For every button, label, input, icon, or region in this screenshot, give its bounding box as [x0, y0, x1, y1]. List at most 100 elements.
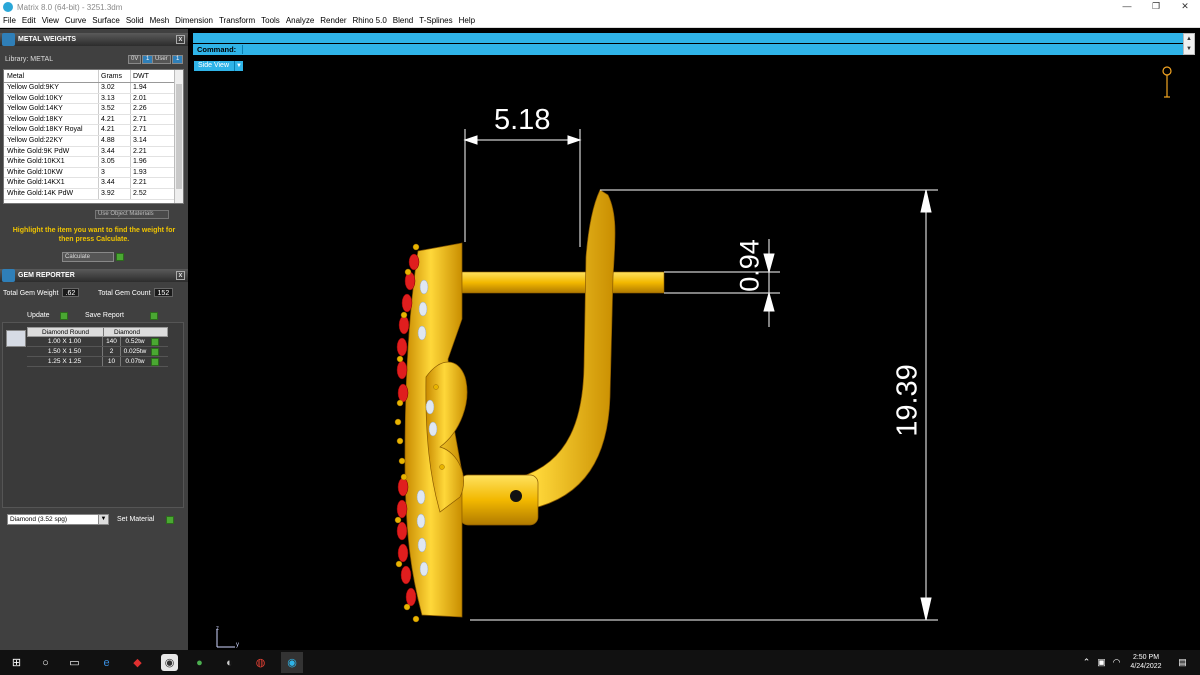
table-row[interactable]: White Gold:14K PdW 3.92 2.52 — [4, 188, 183, 200]
column-metal[interactable]: Metal — [4, 70, 99, 82]
view-dropdown-icon[interactable]: ▼ — [234, 61, 243, 71]
command-scroll-arrows[interactable]: ▲ ▼ — [1183, 33, 1195, 55]
scale-icon — [2, 33, 15, 46]
left-panel: METAL WEIGHTS x Library: METAL 0V 1 User… — [0, 29, 188, 650]
use-object-materials-button[interactable]: Use Object Materials — [95, 210, 169, 219]
gem-select-go-icon[interactable] — [151, 358, 159, 366]
dimension-height-text: 19.39 — [891, 364, 924, 437]
search-icon[interactable]: ○ — [37, 654, 54, 671]
metal-table-scrollbar[interactable] — [174, 70, 183, 203]
calculate-button[interactable]: Calculate — [62, 252, 114, 262]
menu-dimension[interactable]: Dimension — [175, 16, 213, 25]
column-grams[interactable]: Grams — [99, 70, 131, 82]
metal-weights-close-button[interactable]: x — [176, 35, 185, 44]
table-row[interactable]: White Gold:10KW 3 1.93 — [4, 167, 183, 179]
metal-rows: Yellow Gold:9KY 3.02 1.94 Yellow Gold:10KY 3… — [4, 83, 183, 200]
menu-tools[interactable]: Tools — [261, 16, 280, 25]
app-gray-icon[interactable]: ◐ — [221, 654, 238, 671]
dwt-cell: 2.71 — [133, 126, 147, 134]
dwt-cell: 2.21 — [133, 147, 147, 155]
grams-cell: 3.02 — [99, 83, 131, 93]
library-toggle-2[interactable]: 1 — [172, 55, 184, 64]
table-row[interactable]: Yellow Gold:22KY 4.88 3.14 — [4, 135, 183, 147]
command-input[interactable] — [242, 45, 1182, 54]
table-row[interactable]: Yellow Gold:10KY 3.13 2.01 — [4, 93, 183, 105]
scrollbar-thumb[interactable] — [176, 84, 182, 189]
chrome-icon[interactable]: ◍ — [252, 654, 269, 671]
library-user-button[interactable]: User — [152, 55, 171, 64]
gem-reporter-close-button[interactable]: x — [176, 271, 185, 280]
viewport[interactable] — [190, 57, 1200, 650]
metal-weights-table: Metal Grams DWT Yellow Gold:9KY 3.02 1.94 Y… — [3, 69, 184, 204]
tray-wifi-icon[interactable]: ◠ — [1108, 654, 1125, 671]
column-dwt[interactable]: DWT — [131, 70, 173, 82]
table-row[interactable]: Yellow Gold:9KY 3.02 1.94 — [4, 83, 183, 94]
metal-name-cell: White Gold:14KX1 — [4, 178, 99, 188]
gem-row[interactable]: 1.50 X 1.50 2 0.025tw — [27, 347, 168, 357]
gem-weight-cell: 0.52tw — [125, 338, 145, 345]
menu-blend[interactable]: Blend — [393, 16, 413, 25]
gem-count-cell: 140 — [103, 337, 121, 346]
gem-row[interactable]: 1.00 X 1.00 140 0.52tw — [27, 337, 168, 347]
gem-size-cell: 1.50 X 1.50 — [27, 347, 103, 356]
task-view-icon[interactable]: ▭ — [66, 654, 83, 671]
grams-cell: 3.52 — [99, 104, 131, 114]
minimize-button[interactable]: — — [1114, 0, 1140, 14]
gem-reporter-title: GEM REPORTER — [18, 272, 75, 279]
maximize-button[interactable]: ❐ — [1143, 0, 1169, 14]
edge-icon[interactable]: e — [98, 654, 115, 671]
grams-cell: 3 — [99, 167, 131, 178]
close-button[interactable]: ✕ — [1172, 0, 1198, 14]
menu-analyze[interactable]: Analyze — [286, 16, 314, 25]
menu-mesh[interactable]: Mesh — [150, 16, 170, 25]
dimension-post-text: 0.94 — [734, 239, 765, 292]
update-go-icon[interactable] — [60, 312, 68, 320]
table-row[interactable]: White Gold:10KX1 3.05 1.96 — [4, 157, 183, 168]
menu-rhino[interactable]: Rhino 5.0 — [353, 16, 387, 25]
table-row[interactable]: White Gold:14KX1 3.44 2.21 — [4, 178, 183, 189]
menu-file[interactable]: File — [3, 16, 16, 25]
gem-select-go-icon[interactable] — [151, 338, 159, 346]
menu-surface[interactable]: Surface — [92, 16, 120, 25]
update-button[interactable]: Update — [27, 311, 50, 321]
clock[interactable]: 2:50 PM 4/24/2022 — [1128, 653, 1164, 671]
menu-solid[interactable]: Solid — [126, 16, 144, 25]
gem-size-cell: 1.00 X 1.00 — [27, 337, 103, 346]
table-row[interactable]: Yellow Gold:18KY Royal 4.21 2.71 — [4, 125, 183, 136]
table-row[interactable]: White Gold:9K PdW 3.44 2.21 — [4, 146, 183, 158]
app-white-icon[interactable]: ◉ — [161, 654, 178, 671]
save-report-go-icon[interactable] — [150, 312, 158, 320]
menu-help[interactable]: Help — [459, 16, 475, 25]
total-gem-weight-value: .62 — [61, 288, 80, 297]
notifications-icon[interactable]: ▤ — [1174, 654, 1191, 671]
axis-z-label: z — [216, 626, 219, 632]
earring-hinge — [459, 474, 539, 526]
chevron-down-icon[interactable]: ▼ — [98, 515, 108, 524]
menu-curve[interactable]: Curve — [65, 16, 86, 25]
save-report-button[interactable]: Save Report — [85, 311, 124, 321]
set-material-button[interactable]: Set Material — [117, 515, 154, 525]
app-red-icon[interactable]: ◆ — [129, 654, 146, 671]
set-material-go-icon[interactable] — [166, 516, 174, 524]
gem-select-go-icon[interactable] — [151, 348, 159, 356]
app-green-icon[interactable]: ● — [191, 654, 208, 671]
menu-render[interactable]: Render — [320, 16, 346, 25]
menu-transform[interactable]: Transform — [219, 16, 255, 25]
matrix-taskbar-icon[interactable]: ◉ — [281, 652, 303, 673]
table-row[interactable]: Yellow Gold:18KY 4.21 2.71 — [4, 114, 183, 126]
menu-tsplines[interactable]: T-Splines — [419, 16, 452, 25]
library-0v-button[interactable]: 0V — [128, 55, 142, 64]
gem-row[interactable]: 1.25 X 1.25 10 0.07tw — [27, 357, 168, 367]
metal-name-cell: White Gold:9K PdW — [4, 146, 99, 157]
table-row[interactable]: Yellow Gold:14KY 3.52 2.26 — [4, 104, 183, 115]
menu-edit[interactable]: Edit — [22, 16, 36, 25]
gem-weight-cell: 0.025tw — [123, 348, 147, 355]
gem-count-cell: 2 — [103, 347, 121, 356]
calculate-go-icon[interactable] — [116, 253, 124, 261]
dwt-cell: 3.14 — [133, 136, 147, 144]
windows-start-icon[interactable]: ⊞ — [8, 654, 25, 671]
dwt-cell: 2.26 — [133, 105, 147, 113]
material-select[interactable]: Diamond (3.52 spg) ▼ — [7, 514, 109, 525]
menu-view[interactable]: View — [42, 16, 59, 25]
view-tab[interactable]: Side View — [194, 61, 234, 71]
